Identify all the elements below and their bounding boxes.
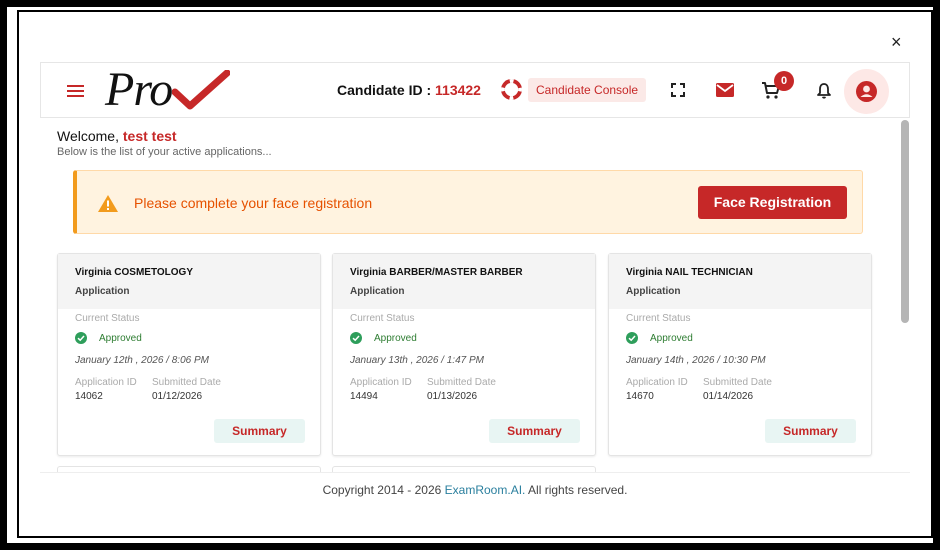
application-id-label: Application ID <box>350 377 412 388</box>
warning-icon <box>98 195 118 212</box>
cart-count-badge: 0 <box>774 71 794 91</box>
user-icon <box>856 81 877 102</box>
summary-button[interactable]: Summary <box>214 419 305 443</box>
avatar[interactable] <box>844 69 889 114</box>
logo-text: Pro <box>105 63 173 116</box>
card-header <box>609 254 871 309</box>
submitted-date-label: Submitted Date <box>152 377 221 388</box>
main-content: Welcome, test test Below is the list of … <box>40 118 910 472</box>
welcome-subtitle: Below is the list of your active applica… <box>57 146 272 158</box>
application-id-value: 14062 <box>75 391 103 402</box>
footer: Copyright 2014 - 2026 ExamRoom.AI. All r… <box>40 472 910 502</box>
fullscreen-icon[interactable] <box>670 82 686 98</box>
menu-icon[interactable] <box>67 85 84 97</box>
application-id-label: Application ID <box>626 377 688 388</box>
summary-button[interactable]: Summary <box>489 419 580 443</box>
close-icon[interactable]: × <box>891 33 902 51</box>
submitted-date-value: 01/14/2026 <box>703 391 754 402</box>
card-type: Application <box>75 286 130 297</box>
candidate-id-value: 113422 <box>435 82 481 98</box>
card-type: Application <box>626 286 681 297</box>
application-card: Virginia COSMETOLOGY Application Current… <box>57 253 321 456</box>
application-id-value: 14670 <box>626 391 654 402</box>
application-card: Virginia NAIL TECHNICIAN Application Cur… <box>608 253 872 456</box>
alert-message: Please complete your face registration <box>134 195 373 211</box>
status-datetime: January 12th , 2026 / 8:06 PM <box>75 355 209 366</box>
card-type: Application <box>350 286 405 297</box>
status-label: Current Status <box>75 313 140 324</box>
lifebuoy-icon[interactable] <box>501 79 522 100</box>
status-datetime: January 14th , 2026 / 10:30 PM <box>626 355 766 366</box>
application-card: Virginia BARBER/MASTER BARBER Applicatio… <box>332 253 596 456</box>
card-title: Virginia BARBER/MASTER BARBER <box>350 267 523 278</box>
logo: Pro <box>105 63 231 116</box>
submitted-date-label: Submitted Date <box>703 377 772 388</box>
check-circle-icon <box>626 332 638 344</box>
checkmark-logo-icon <box>172 70 231 110</box>
top-header: Pro Candidate ID : 113422 Candidate Cons… <box>40 62 910 118</box>
user-name: test test <box>122 128 177 144</box>
status-label: Current Status <box>350 313 415 324</box>
status-badge: Approved <box>374 333 417 344</box>
candidate-console-button[interactable]: Candidate Console <box>528 78 647 102</box>
bell-icon[interactable] <box>816 82 832 99</box>
submitted-date-value: 01/12/2026 <box>152 391 203 402</box>
submitted-date-value: 01/13/2026 <box>427 391 478 402</box>
status-label: Current Status <box>626 313 691 324</box>
status-badge: Approved <box>650 333 693 344</box>
status-datetime: January 13th , 2026 / 1:47 PM <box>350 355 484 366</box>
check-circle-icon <box>350 332 362 344</box>
card-header <box>58 254 320 309</box>
face-registration-alert: Please complete your face registration F… <box>73 170 863 234</box>
scrollbar-thumb[interactable] <box>901 120 909 323</box>
welcome-heading: Welcome, test test <box>57 128 177 144</box>
candidate-id: Candidate ID : 113422 <box>337 82 481 98</box>
mail-icon[interactable] <box>716 83 734 97</box>
card-header <box>333 254 595 309</box>
card-title: Virginia NAIL TECHNICIAN <box>626 267 753 278</box>
face-registration-button[interactable]: Face Registration <box>698 186 847 219</box>
check-circle-icon <box>75 332 87 344</box>
application-id-label: Application ID <box>75 377 137 388</box>
card-title: Virginia COSMETOLOGY <box>75 267 193 278</box>
examroom-link[interactable]: ExamRoom.AI. <box>445 483 526 497</box>
status-badge: Approved <box>99 333 142 344</box>
summary-button[interactable]: Summary <box>765 419 856 443</box>
application-id-value: 14494 <box>350 391 378 402</box>
submitted-date-label: Submitted Date <box>427 377 496 388</box>
